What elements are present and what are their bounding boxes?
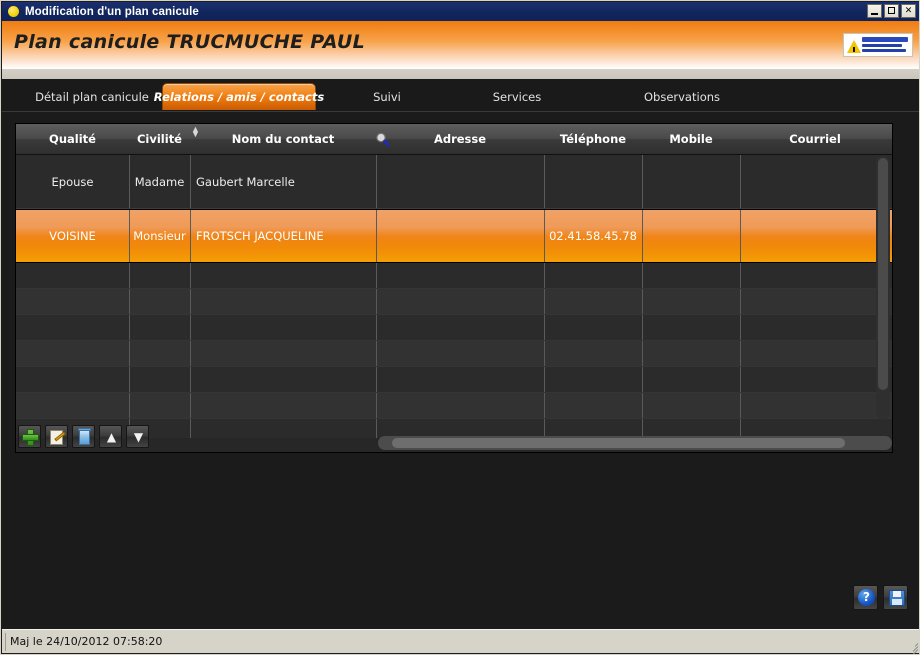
page-title: Plan canicule TRUCMUCHE PAUL [14, 31, 365, 53]
grid-toolbar: ▲ ▼ [18, 425, 149, 448]
grid-body: Epouse Madame Gaubert Marcelle VOISINE [16, 155, 892, 438]
window-title: Modification d'un plan canicule [25, 6, 199, 18]
app-logo [843, 33, 913, 57]
maximize-button[interactable] [884, 4, 899, 18]
trash-icon [79, 430, 90, 445]
column-header-adresse[interactable]: Adresse [376, 124, 544, 154]
resize-grip-icon[interactable] [906, 639, 918, 651]
cell-qualite: Epouse [16, 155, 129, 208]
window-titlebar: Modification d'un plan canicule ✕ [2, 2, 920, 21]
cell-qualite: VOISINE [16, 210, 129, 262]
contacts-grid: Qualité Civilité Nom du contact Adresse … [15, 123, 893, 453]
tab-relations-amis-contacts[interactable]: Relations / amis / contacts [162, 83, 316, 110]
logo-line-1 [862, 37, 908, 42]
horizontal-scrollbar-thumb[interactable] [392, 438, 845, 448]
save-floppy-icon [889, 590, 905, 606]
page-header: Plan canicule TRUCMUCHE PAUL [2, 21, 920, 69]
chevron-up-icon: ▲ [105, 433, 118, 442]
form-actions: ? [853, 585, 908, 610]
sort-updown-icon[interactable]: ▲▼ [191, 127, 200, 138]
status-bar: Maj le 24/10/2012 07:58:20 [2, 629, 920, 653]
add-contact-button[interactable] [18, 425, 41, 448]
cell-nom: FROTSCH JACQUELINE [190, 210, 376, 262]
move-down-button[interactable]: ▼ [126, 425, 149, 448]
cell-mobile [642, 210, 740, 262]
save-button[interactable] [883, 585, 908, 610]
empty-row[interactable] [16, 263, 892, 289]
tab-bar: Détail plan canicule Relations / amis / … [2, 79, 920, 112]
table-row[interactable]: Epouse Madame Gaubert Marcelle [16, 155, 892, 209]
minimize-button[interactable] [867, 4, 882, 18]
cell-courriel [740, 155, 890, 208]
application-window: Modification d'un plan canicule ✕ Plan c… [0, 0, 920, 655]
empty-row[interactable] [16, 315, 892, 341]
cell-adresse [376, 210, 544, 262]
help-button[interactable]: ? [853, 585, 878, 610]
edit-contact-button[interactable] [45, 425, 68, 448]
cell-nom: Gaubert Marcelle [190, 155, 376, 208]
empty-row[interactable] [16, 341, 892, 367]
column-header-civilite[interactable]: Civilité [129, 124, 190, 154]
window-icon [8, 6, 19, 17]
tab-detail-plan-canicule[interactable]: Détail plan canicule [22, 83, 162, 110]
chevron-down-icon: ▼ [132, 433, 145, 442]
tab-suivi[interactable]: Suivi [342, 83, 432, 110]
column-header-telephone[interactable]: Téléphone [544, 124, 642, 154]
empty-row[interactable] [16, 367, 892, 393]
status-text: Maj le 24/10/2012 07:58:20 [5, 633, 920, 651]
grid-vertical-scrollbar[interactable] [876, 156, 890, 420]
column-header-nom-du-contact[interactable]: Nom du contact [190, 124, 376, 154]
delete-contact-button[interactable] [72, 425, 95, 448]
maximize-icon [888, 7, 895, 14]
column-header-mobile[interactable]: Mobile [642, 124, 740, 154]
grid-header-row: Qualité Civilité Nom du contact Adresse … [16, 124, 892, 155]
move-up-button[interactable]: ▲ [99, 425, 122, 448]
warning-triangle-icon [847, 40, 861, 53]
window-controls: ✕ [867, 4, 916, 18]
logo-line-3 [862, 49, 906, 52]
cell-civilite: Monsieur [129, 210, 190, 262]
tab-observations[interactable]: Observations [622, 83, 742, 110]
magnifier-icon[interactable] [375, 132, 391, 147]
vertical-scrollbar-thumb[interactable] [878, 158, 888, 390]
window-body: Détail plan canicule Relations / amis / … [2, 79, 920, 630]
header-divider [2, 69, 920, 79]
grid-horizontal-scrollbar[interactable] [378, 436, 892, 450]
cell-adresse [376, 155, 544, 208]
help-icon: ? [858, 589, 875, 606]
column-header-qualite[interactable]: Qualité [16, 124, 129, 154]
logo-text-lines [862, 37, 910, 54]
table-row[interactable]: VOISINE Monsieur FROTSCH JACQUELINE 02.4… [16, 209, 892, 263]
cell-mobile [642, 155, 740, 208]
column-header-courriel[interactable]: Courriel [740, 124, 890, 154]
empty-row[interactable] [16, 393, 892, 419]
empty-row[interactable] [16, 289, 892, 315]
cell-courriel [740, 210, 890, 262]
cell-civilite: Madame [129, 155, 190, 208]
logo-line-2 [862, 44, 902, 47]
cell-telephone [544, 155, 642, 208]
close-button[interactable]: ✕ [901, 4, 916, 18]
cell-telephone: 02.41.58.45.78 [544, 210, 642, 262]
tab-services[interactable]: Services [472, 83, 562, 110]
minimize-icon [871, 13, 878, 15]
